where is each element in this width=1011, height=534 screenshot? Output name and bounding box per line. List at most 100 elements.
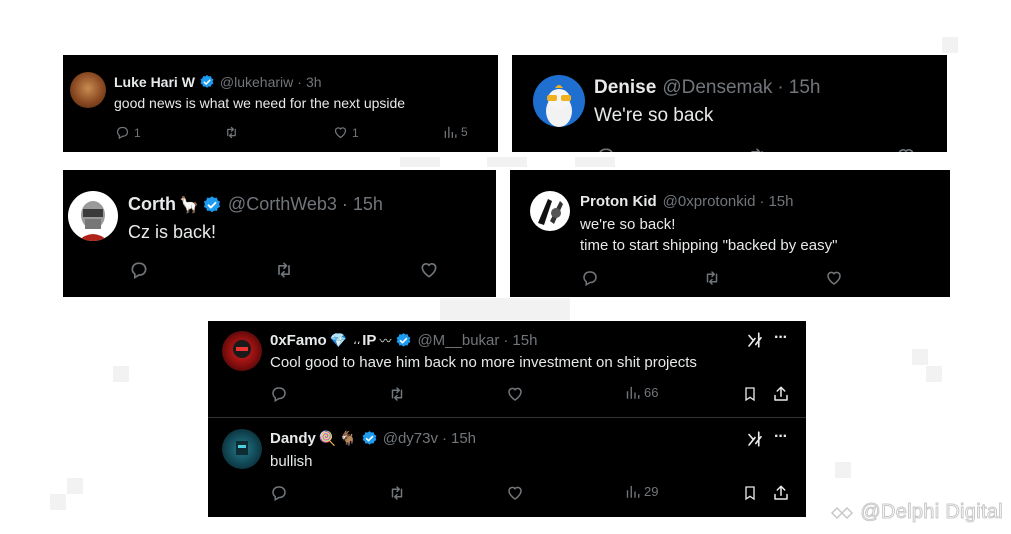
views-button[interactable]: 5 bbox=[443, 125, 468, 139]
grok-icon[interactable] bbox=[746, 331, 764, 349]
share-button[interactable] bbox=[772, 385, 790, 403]
verified-badge-icon bbox=[203, 195, 221, 212]
background-square bbox=[440, 298, 570, 320]
author-name[interactable]: Denise bbox=[594, 77, 656, 99]
heart-icon bbox=[508, 486, 522, 500]
views-button[interactable]: 29 bbox=[625, 484, 658, 499]
share-button[interactable] bbox=[772, 484, 790, 502]
tweet-header: Denise @Densemak · 15h bbox=[594, 77, 820, 99]
share-icon bbox=[774, 485, 788, 500]
watermark-text: @Delphi Digital bbox=[860, 501, 1003, 524]
heart-icon bbox=[508, 387, 522, 401]
goat-emoji-icon: 🐐 bbox=[339, 430, 357, 446]
reply-icon bbox=[599, 148, 613, 152]
lollipop-emoji-icon: 🍭 bbox=[318, 430, 337, 446]
retweet-button[interactable] bbox=[387, 484, 407, 502]
views-button[interactable]: 66 bbox=[625, 385, 658, 400]
view-count: 66 bbox=[644, 385, 659, 400]
bookmark-button[interactable] bbox=[742, 484, 758, 502]
reply-button[interactable] bbox=[129, 260, 149, 280]
author-handle[interactable]: @CorthWeb3 bbox=[228, 194, 337, 215]
verified-badge-icon bbox=[397, 333, 411, 347]
author-handle[interactable]: @Densemak bbox=[662, 77, 772, 99]
avatar[interactable] bbox=[222, 331, 262, 371]
like-button[interactable] bbox=[896, 146, 916, 152]
retweet-button[interactable] bbox=[746, 146, 768, 152]
reply-button[interactable] bbox=[581, 269, 599, 287]
like-button[interactable] bbox=[419, 260, 439, 280]
tweet-card[interactable]: Luke Hari W @lukehariw · 3h good news is… bbox=[63, 55, 498, 152]
tweet-text: good news is what we need for the next u… bbox=[114, 95, 406, 111]
tweet-header: Proton Kid @0xprotonkid · 15h bbox=[580, 193, 793, 210]
avatar[interactable] bbox=[533, 75, 585, 127]
grok-icon[interactable] bbox=[746, 430, 764, 448]
background-square bbox=[835, 462, 851, 478]
author-handle[interactable]: @lukehariw bbox=[220, 74, 293, 90]
bookmark-button[interactable] bbox=[742, 385, 758, 403]
separator-dot: · bbox=[503, 332, 509, 349]
reply-button[interactable] bbox=[270, 484, 288, 502]
reply-count: 1 bbox=[134, 125, 141, 140]
tweet-text-line-1: we're so back! bbox=[580, 216, 676, 233]
timestamp[interactable]: 3h bbox=[306, 74, 322, 90]
retweet-icon bbox=[227, 126, 236, 139]
author-handle[interactable]: @M__bukar bbox=[417, 332, 499, 349]
background-square bbox=[575, 157, 615, 167]
background-square bbox=[50, 494, 66, 510]
author-name[interactable]: Proton Kid bbox=[580, 193, 657, 210]
tweet-text: bullish bbox=[270, 453, 313, 470]
view-count: 5 bbox=[461, 125, 468, 139]
tweet-text: Cool good to have him back no more inves… bbox=[270, 354, 697, 371]
reply-button[interactable] bbox=[270, 385, 288, 403]
heart-icon bbox=[898, 149, 914, 152]
like-button[interactable] bbox=[506, 484, 524, 502]
like-button[interactable] bbox=[506, 385, 524, 403]
retweet-button[interactable] bbox=[702, 269, 722, 287]
background-square bbox=[67, 478, 83, 494]
retweet-icon bbox=[278, 262, 290, 278]
reply-button[interactable]: 1 bbox=[115, 125, 141, 140]
separator-dot: · bbox=[777, 77, 784, 98]
retweet-button[interactable] bbox=[387, 385, 407, 403]
more-options-button[interactable]: ··· bbox=[774, 428, 788, 446]
avatar[interactable] bbox=[68, 191, 118, 241]
avatar[interactable] bbox=[530, 191, 570, 231]
red-character-avatar-icon bbox=[233, 340, 251, 358]
retweet-button[interactable] bbox=[223, 125, 240, 140]
author-handle[interactable]: @dy73v bbox=[383, 430, 438, 447]
separator-dot: · bbox=[297, 74, 302, 90]
author-name[interactable]: Corth bbox=[128, 194, 176, 215]
like-count: 1 bbox=[352, 125, 359, 140]
verified-badge-icon bbox=[362, 431, 377, 445]
timestamp[interactable]: 15h bbox=[353, 194, 383, 215]
delphi-logo-icon bbox=[831, 506, 854, 519]
views-icon bbox=[626, 386, 640, 399]
avatar[interactable] bbox=[222, 429, 262, 469]
avatar[interactable] bbox=[70, 72, 106, 108]
views-icon bbox=[626, 485, 640, 498]
author-handle[interactable]: @0xprotonkid bbox=[663, 193, 756, 210]
timestamp[interactable]: 15h bbox=[512, 332, 537, 349]
tweet-header: Corth 🦙 @CorthWeb3 · 15h bbox=[128, 194, 383, 215]
background-square bbox=[942, 37, 958, 53]
timestamp[interactable]: 15h bbox=[789, 77, 821, 99]
author-name[interactable]: 0xFamo bbox=[270, 332, 327, 349]
author-name[interactable]: Luke Hari W bbox=[114, 74, 195, 90]
like-button[interactable] bbox=[825, 269, 843, 287]
timestamp[interactable]: 15h bbox=[451, 430, 476, 447]
tweet-card[interactable]: Denise @Densemak · 15h We're so back bbox=[512, 55, 947, 152]
more-options-button[interactable]: ··· bbox=[774, 329, 788, 347]
author-name[interactable]: Dandy bbox=[270, 430, 316, 447]
tweet[interactable]: Dandy 🍭 🐐 @dy73v · 15h ··· bullish 29 bbox=[208, 418, 806, 517]
sparkle-emoji-icon: ،، bbox=[353, 335, 361, 347]
background-square bbox=[113, 366, 129, 382]
tweet-card[interactable]: Proton Kid @0xprotonkid · 15h we're so b… bbox=[510, 170, 950, 297]
timestamp[interactable]: 15h bbox=[768, 193, 793, 210]
tweet-card[interactable]: Corth 🦙 @CorthWeb3 · 15h Cz is back! bbox=[63, 170, 496, 297]
share-icon bbox=[774, 386, 788, 401]
like-button[interactable]: 1 bbox=[333, 125, 359, 140]
tweet[interactable]: 0xFamo 💎 ،، IP 〰 @M__bukar · 15h ··· Coo… bbox=[208, 321, 806, 417]
retweet-icon bbox=[706, 271, 718, 285]
reply-button[interactable] bbox=[596, 146, 616, 152]
retweet-button[interactable] bbox=[273, 260, 295, 280]
